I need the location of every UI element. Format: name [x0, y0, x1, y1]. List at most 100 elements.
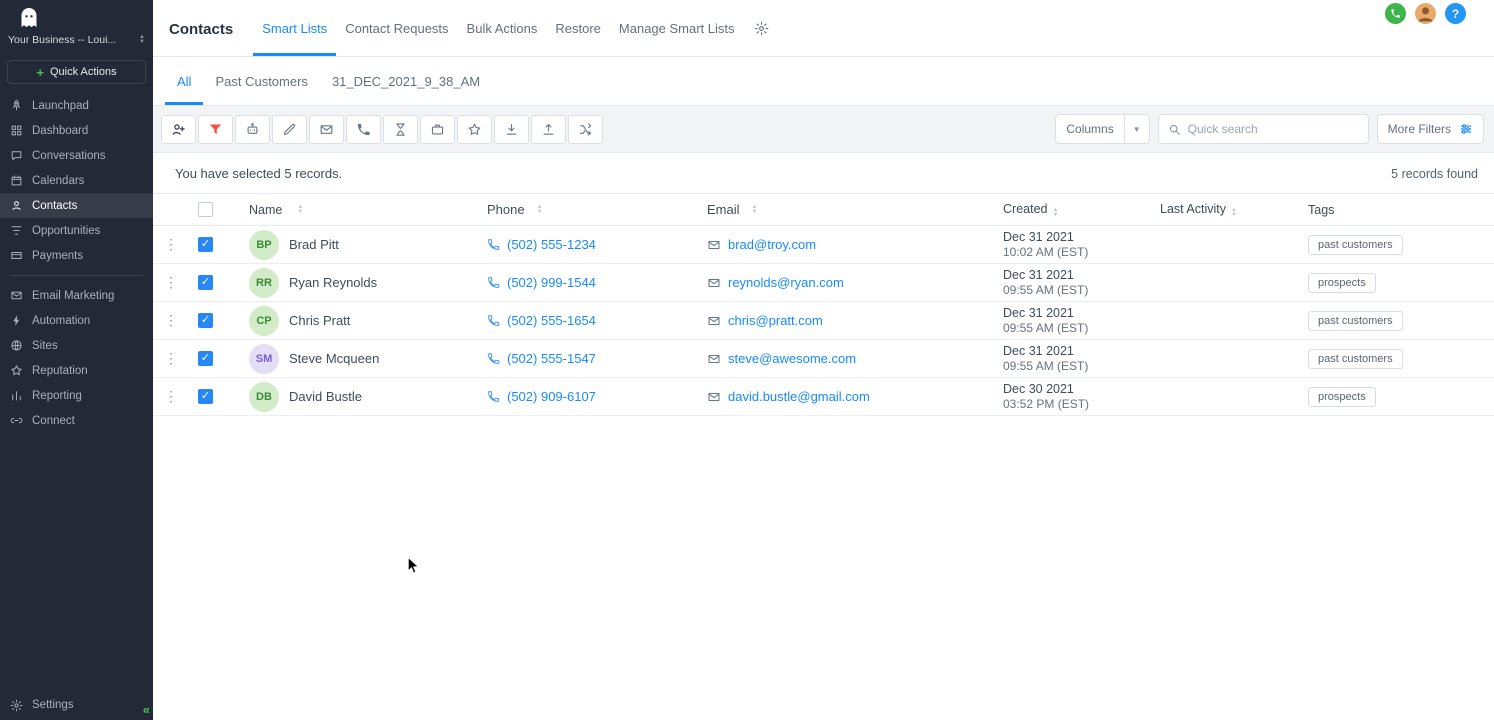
merge-button[interactable] [568, 114, 603, 144]
list-tab-past-customers[interactable]: Past Customers [203, 57, 319, 105]
hourglass-icon [396, 122, 405, 136]
contact-email[interactable]: chris@pratt.com [728, 313, 823, 328]
card-icon [11, 252, 22, 259]
help-icon[interactable]: ? [1445, 3, 1466, 24]
app-logo-icon [0, 0, 153, 31]
contact-phone[interactable]: (502) 555-1234 [507, 237, 596, 252]
email-icon [708, 278, 720, 287]
collapse-chevrons-icon[interactable]: « [143, 703, 150, 716]
list-tab-all[interactable]: All [165, 57, 204, 105]
robot-icon [247, 122, 258, 134]
user-avatar[interactable] [1415, 3, 1436, 24]
call-button[interactable] [346, 114, 381, 144]
contact-email[interactable]: steve@awesome.com [728, 351, 856, 366]
business-switcher[interactable]: Your Business -- Loui... ▲ ▼ [0, 31, 153, 54]
sidebar-item-reporting[interactable]: Reporting [0, 383, 153, 408]
avatar: SM [249, 343, 279, 374]
search-icon [1169, 124, 1180, 135]
tab-manage-smart-lists[interactable]: Manage Smart Lists [610, 0, 744, 56]
contact-name[interactable]: Steve Mcqueen [289, 351, 379, 366]
funnel-lines-icon [11, 226, 22, 235]
tab-restore[interactable]: Restore [546, 0, 610, 56]
contact-phone[interactable]: (502) 999-1544 [507, 275, 596, 290]
contact-email[interactable]: reynolds@ryan.com [728, 275, 844, 290]
send-email-icon [320, 124, 333, 134]
row-checkbox[interactable]: ✓ [198, 275, 213, 290]
column-header-phone[interactable]: Phone [487, 202, 525, 217]
row-menu-button[interactable]: ⋮ [153, 388, 189, 405]
table-empty-space [153, 416, 1494, 720]
list-tab-31-dec[interactable]: 31_DEC_2021_9_38_AM [320, 57, 492, 105]
table-row: ⋮ ✓ BP Brad Pitt (502) 555-1234 brad@tro… [153, 226, 1494, 264]
row-checkbox[interactable]: ✓ [198, 351, 213, 366]
tab-smart-lists[interactable]: Smart Lists [253, 0, 337, 56]
contact-phone[interactable]: (502) 555-1547 [507, 351, 596, 366]
column-header-created[interactable]: Created [1003, 202, 1047, 216]
select-all-checkbox[interactable] [198, 202, 213, 217]
row-checkbox[interactable]: ✓ [198, 313, 213, 328]
sidebar-item-email-marketing[interactable]: Email Marketing [0, 283, 153, 308]
import-button[interactable] [494, 114, 529, 144]
sidebar-item-opportunities[interactable]: Opportunities [0, 218, 153, 243]
sidebar-item-dashboard[interactable]: Dashboard [0, 118, 153, 143]
quick-filter-button[interactable] [198, 114, 233, 144]
sidebar-item-connect[interactable]: Connect [0, 408, 153, 433]
tab-contact-requests[interactable]: Contact Requests [336, 0, 457, 56]
send-email-button[interactable] [309, 114, 344, 144]
sort-icon[interactable]: ▲ ▼ [1052, 207, 1058, 217]
sidebar-item-sites[interactable]: Sites [0, 333, 153, 358]
smart-lists-gear-icon[interactable] [744, 0, 779, 56]
bar-chart-icon [12, 391, 21, 401]
row-menu-button[interactable]: ⋮ [153, 312, 189, 329]
contact-email[interactable]: david.bustle@gmail.com [728, 389, 870, 404]
contact-phone[interactable]: (502) 909-6107 [507, 389, 596, 404]
sidebar-item-settings[interactable]: Settings [0, 692, 153, 718]
sidebar-item-payments[interactable]: Payments [0, 243, 153, 268]
opportunity-button[interactable] [420, 114, 455, 144]
robot-button[interactable] [235, 114, 270, 144]
phone-icon[interactable] [1385, 3, 1406, 24]
review-request-button[interactable] [457, 114, 492, 144]
export-button[interactable] [531, 114, 566, 144]
sidebar-item-reputation[interactable]: Reputation [0, 358, 153, 383]
add-contact-button[interactable] [161, 114, 196, 144]
column-header-name[interactable]: Name [249, 203, 282, 217]
more-filters-button[interactable]: More Filters [1376, 114, 1484, 144]
star-icon [468, 123, 481, 135]
column-header-last-activity[interactable]: Last Activity [1160, 202, 1226, 216]
tab-bulk-actions[interactable]: Bulk Actions [458, 0, 547, 56]
column-header-tags: Tags [1308, 202, 1335, 217]
sort-icon[interactable]: ▲ ▼ [1231, 207, 1237, 217]
contact-name[interactable]: Ryan Reynolds [289, 275, 377, 290]
column-header-email[interactable]: Email [707, 202, 740, 217]
sidebar-item-automation[interactable]: Automation [0, 308, 153, 333]
row-checkbox[interactable]: ✓ [198, 237, 213, 252]
contact-name[interactable]: Chris Pratt [289, 313, 350, 328]
sidebar-item-calendars[interactable]: Calendars [0, 168, 153, 193]
tag-pill: prospects [1308, 272, 1376, 293]
quick-filter-icon [209, 124, 222, 134]
search-input[interactable] [1187, 122, 1359, 136]
contact-email[interactable]: brad@troy.com [728, 237, 816, 252]
pencil-button[interactable] [272, 114, 307, 144]
sidebar-item-launchpad[interactable]: Launchpad [0, 93, 153, 118]
topbar: Contacts Smart Lists Contact Requests Bu… [153, 0, 1494, 57]
contact-name[interactable]: Brad Pitt [289, 237, 339, 252]
contact-name[interactable]: David Bustle [289, 389, 362, 404]
sort-icon[interactable]: ▲ ▼ [297, 204, 303, 214]
plus-icon: + [36, 64, 44, 80]
row-menu-button[interactable]: ⋮ [153, 274, 189, 291]
sidebar-item-conversations[interactable]: Conversations [0, 143, 153, 168]
row-menu-button[interactable]: ⋮ [153, 236, 189, 253]
contact-phone[interactable]: (502) 555-1654 [507, 313, 596, 328]
avatar: BP [249, 229, 279, 260]
row-menu-button[interactable]: ⋮ [153, 350, 189, 367]
campaign-button[interactable] [383, 114, 418, 144]
sort-icon[interactable]: ▲ ▼ [752, 204, 758, 214]
sidebar-item-contacts[interactable]: Contacts [0, 193, 153, 218]
quick-actions-button[interactable]: + Quick Actions [7, 60, 146, 84]
row-checkbox[interactable]: ✓ [198, 389, 213, 404]
sort-icon[interactable]: ▲ ▼ [537, 204, 543, 214]
columns-dropdown[interactable]: Columns ▼ [1055, 114, 1150, 144]
call-icon [357, 123, 370, 135]
